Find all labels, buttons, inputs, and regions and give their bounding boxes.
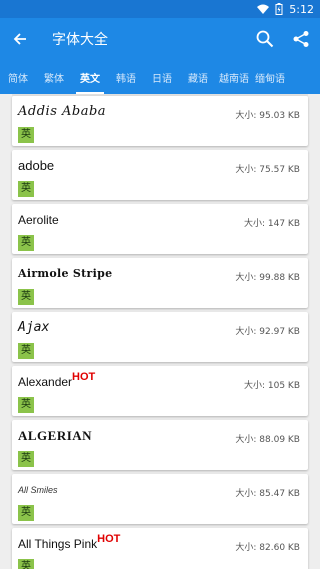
tab-korean[interactable]: 韩语: [108, 60, 144, 94]
tab-simplified[interactable]: 简体: [0, 60, 36, 94]
list-item[interactable]: Ajax 英 大小: 92.97 KB: [12, 312, 308, 362]
language-tag: 英: [18, 451, 34, 467]
font-size-label: 大小: 85.47 KB: [235, 489, 300, 499]
language-tag: 英: [18, 127, 34, 143]
tab-traditional[interactable]: 繁体: [36, 60, 72, 94]
page-title: 字体大全: [52, 32, 108, 48]
tab-burmese[interactable]: 缅甸语: [252, 60, 288, 94]
language-tag: 英: [18, 397, 34, 413]
share-icon: [293, 31, 309, 47]
list-item[interactable]: Aerolite 英 大小: 147 KB: [12, 204, 308, 254]
app-bar: 字体大全: [0, 18, 320, 60]
share-button[interactable]: [288, 26, 314, 52]
category-tabs: 简体 繁体 英文 韩语 日语 藏语 越南语 缅甸语: [0, 60, 320, 94]
list-item[interactable]: adobe 英 大小: 75.57 KB: [12, 150, 308, 200]
font-size-label: 大小: 105 KB: [243, 381, 300, 391]
list-item[interactable]: Addis Ababa 英 大小: 95.03 KB: [12, 96, 308, 146]
wifi-icon: [257, 3, 270, 15]
status-bar: 5:12: [0, 0, 320, 18]
tab-english[interactable]: 英文: [72, 60, 108, 94]
font-size-label: 大小: 99.88 KB: [235, 273, 300, 283]
tab-vietnamese[interactable]: 越南语: [216, 60, 252, 94]
font-size-label: 大小: 147 KB: [243, 219, 300, 229]
font-size-label: 大小: 95.03 KB: [235, 111, 300, 121]
language-tag: 英: [18, 505, 34, 521]
font-size-label: 大小: 82.60 KB: [235, 543, 300, 553]
language-tag: 英: [18, 181, 34, 197]
font-size-label: 大小: 88.09 KB: [235, 435, 300, 445]
language-tag: 英: [18, 235, 34, 251]
font-size-label: 大小: 75.57 KB: [235, 165, 300, 175]
tab-japanese[interactable]: 日语: [144, 60, 180, 94]
hot-badge: HOT: [97, 533, 121, 545]
language-tag: 英: [18, 559, 34, 569]
back-button[interactable]: [0, 18, 40, 60]
list-item[interactable]: All Things PinkHOT 英 大小: 82.60 KB: [12, 528, 308, 569]
list-item[interactable]: All Smiles 英 大小: 85.47 KB: [12, 474, 308, 524]
battery-icon: [273, 3, 285, 15]
status-time: 5:12: [289, 2, 314, 16]
language-tag: 英: [18, 343, 34, 359]
arrow-left-icon: [13, 33, 26, 45]
language-tag: 英: [18, 289, 34, 305]
font-list: Addis Ababa 英 大小: 95.03 KB adobe 英 大小: 7…: [0, 94, 320, 569]
search-icon: [256, 30, 274, 48]
font-size-label: 大小: 92.97 KB: [235, 327, 300, 337]
list-item[interactable]: AlexanderHOT 英 大小: 105 KB: [12, 366, 308, 416]
hot-badge: HOT: [72, 371, 96, 383]
list-item[interactable]: Airmole Stripe 英 大小: 99.88 KB: [12, 258, 308, 308]
tab-tibetan[interactable]: 藏语: [180, 60, 216, 94]
search-button[interactable]: [252, 26, 278, 52]
list-item[interactable]: ALGERIAN 英 大小: 88.09 KB: [12, 420, 308, 470]
